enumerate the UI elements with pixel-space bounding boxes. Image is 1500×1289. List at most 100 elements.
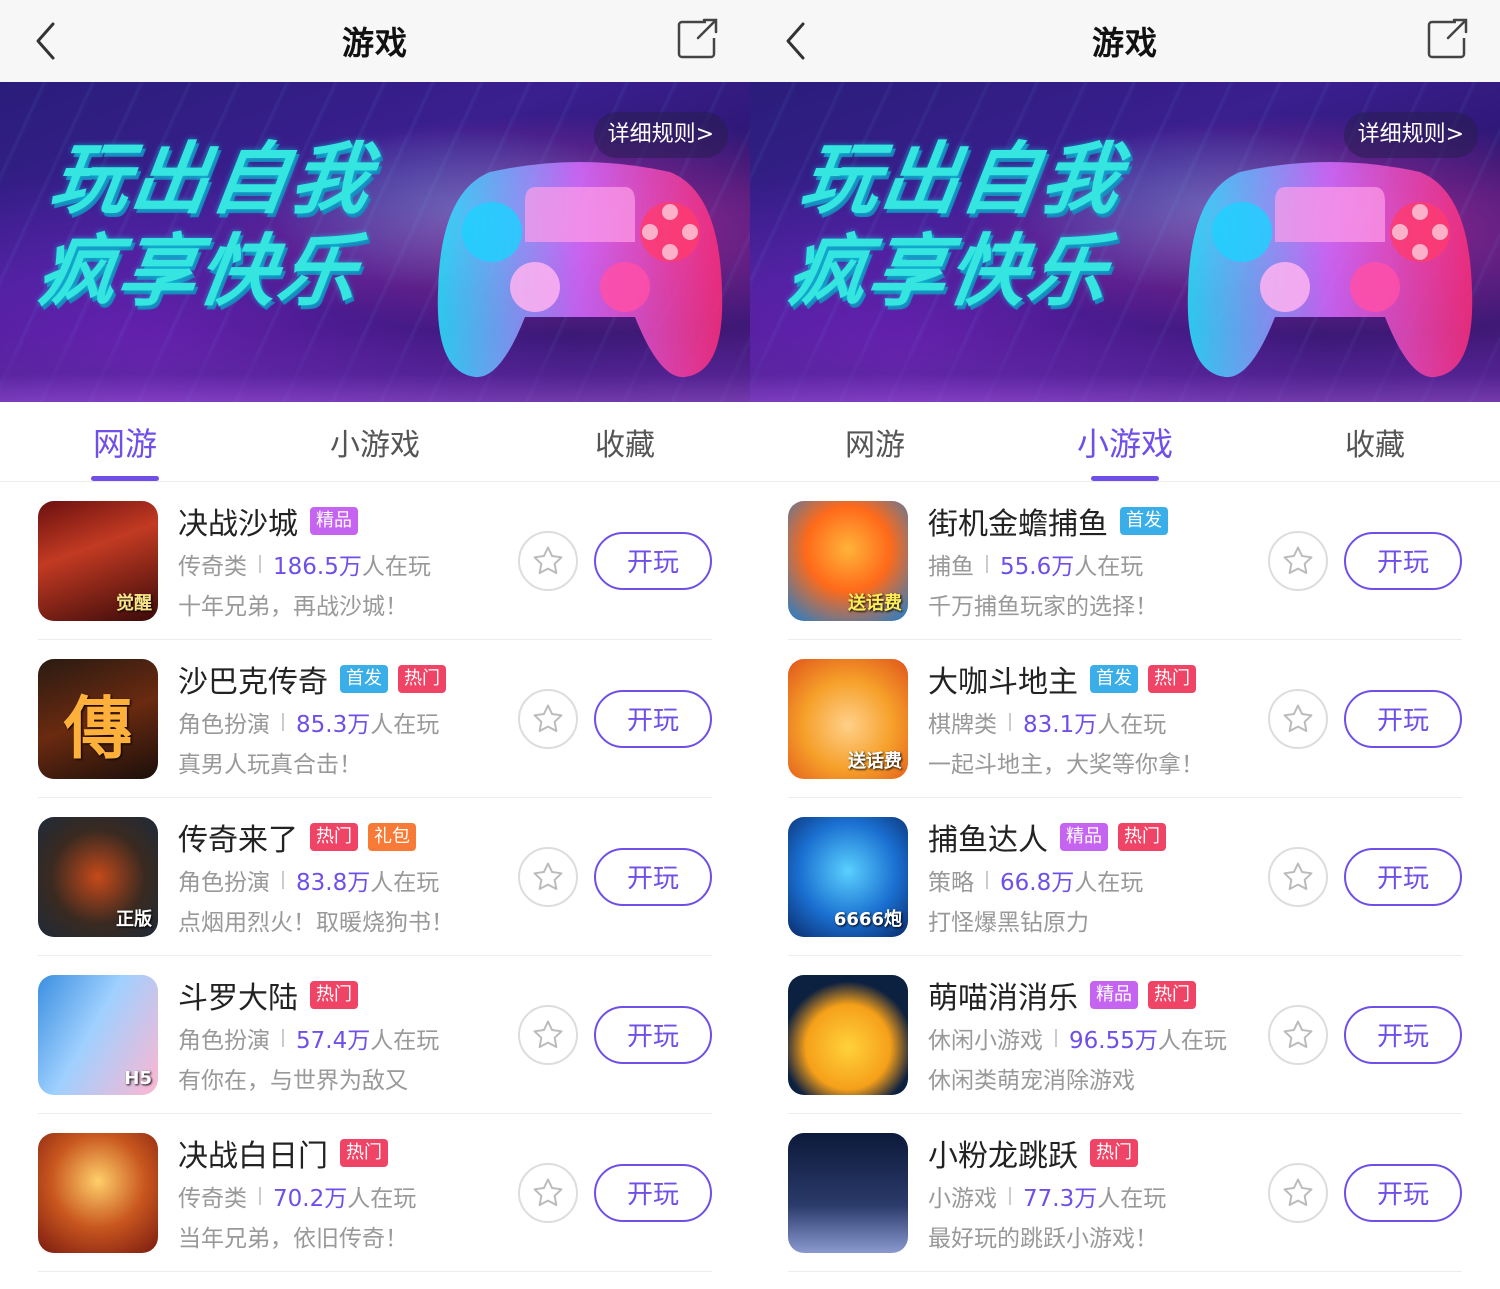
- favorite-star-icon[interactable]: [518, 688, 578, 749]
- favorite-star-icon[interactable]: [1268, 1162, 1328, 1223]
- game-icon-jinchan-buyu[interactable]: 送话费: [788, 500, 908, 621]
- tab-mini-games[interactable]: 小游戏: [1000, 402, 1250, 481]
- thumb-caption: 觉醒: [116, 592, 152, 614]
- favorite-star-icon[interactable]: [1268, 846, 1328, 907]
- favorite-star-icon[interactable]: [518, 1004, 578, 1065]
- game-icon-juezhan-shacheng[interactable]: 觉醒: [38, 500, 158, 621]
- thumb-caption: 送话费: [848, 750, 902, 772]
- back-chevron-icon[interactable]: [30, 18, 60, 64]
- game-description: 点烟用烈火！取暖烧狗书！: [178, 909, 454, 936]
- promo-banner[interactable]: 玩出自我 疯享快乐 详细规则>: [0, 82, 750, 402]
- game-info: 决战沙城 精品 传奇类 186.5万 人在玩 十年兄弟，再战沙城！: [178, 501, 518, 621]
- game-icon-douluo[interactable]: H5: [38, 974, 158, 1095]
- game-icon-xiaofenlong[interactable]: [788, 1132, 908, 1253]
- game-meta: 传奇类 186.5万 人在玩: [178, 547, 518, 581]
- game-list-item[interactable]: 觉醒 决战沙城 精品 传奇类 186.5万 人在玩 十年兄弟，再战沙城！ 开玩: [38, 482, 712, 640]
- play-button[interactable]: 开玩: [594, 1005, 712, 1064]
- screen-online-games: 游戏 玩出自我 疯享快乐 详细规则> 网游 小游戏 收藏 觉醒 决战沙城 精品 …: [0, 0, 750, 1289]
- promo-banner[interactable]: 玩出自我 疯享快乐 详细规则>: [750, 82, 1500, 402]
- tag-badge: 首发: [1120, 506, 1168, 535]
- play-button[interactable]: 开玩: [594, 847, 712, 906]
- player-count: 55.6万: [1000, 553, 1075, 580]
- meta-divider: [1009, 712, 1011, 731]
- game-info: 传奇来了 热门 礼包 角色扮演 83.8万 人在玩 点烟用烈火！取暖烧狗书！: [178, 817, 518, 937]
- favorite-star-icon[interactable]: [518, 1162, 578, 1223]
- back-chevron-icon[interactable]: [780, 18, 810, 64]
- player-count-suffix: 人在玩: [370, 869, 440, 896]
- favorite-star-icon[interactable]: [518, 846, 578, 907]
- thumb-caption: 正版: [116, 908, 152, 930]
- player-count-suffix: 人在玩: [1074, 553, 1144, 580]
- game-meta: 捕鱼 55.6万 人在玩: [928, 547, 1268, 581]
- tag-badge: 精品: [310, 506, 358, 535]
- game-info: 沙巴克传奇 首发 热门 角色扮演 85.3万 人在玩 真男人玩真合击！: [178, 659, 518, 779]
- game-name: 沙巴克传奇: [178, 664, 328, 700]
- game-icon-chuanqi-laile[interactable]: 正版: [38, 816, 158, 937]
- favorite-star-icon[interactable]: [1268, 1004, 1328, 1065]
- game-name: 斗罗大陆: [178, 980, 298, 1016]
- game-list-item[interactable]: 决战白日门 热门 传奇类 70.2万 人在玩 当年兄弟，依旧传奇！ 开玩: [38, 1114, 712, 1272]
- tab-online-games[interactable]: 网游: [0, 402, 250, 481]
- game-icon-bairimen[interactable]: [38, 1132, 158, 1253]
- play-button[interactable]: 开玩: [1344, 689, 1462, 748]
- game-list-item[interactable]: H5 斗罗大陆 热门 角色扮演 57.4万 人在玩 有你在，与世界为敌又 开玩: [38, 956, 712, 1114]
- game-meta: 棋牌类 83.1万 人在玩: [928, 705, 1268, 739]
- game-list: 觉醒 决战沙城 精品 传奇类 186.5万 人在玩 十年兄弟，再战沙城！ 开玩 …: [0, 482, 750, 1272]
- favorite-star-icon[interactable]: [518, 530, 578, 591]
- game-description: 十年兄弟，再战沙城！: [178, 593, 408, 620]
- play-button[interactable]: 开玩: [1344, 531, 1462, 590]
- play-button[interactable]: 开玩: [1344, 1163, 1462, 1222]
- nav-header: 游戏: [0, 0, 750, 82]
- game-category: 传奇类: [178, 553, 247, 580]
- tag-badge: 精品: [1060, 822, 1108, 851]
- game-list-item[interactable]: 傳 沙巴克传奇 首发 热门 角色扮演 85.3万 人在玩 真男人玩真合击！ 开玩: [38, 640, 712, 798]
- tag-badge: 热门: [1090, 1138, 1138, 1167]
- meta-divider: [282, 1028, 284, 1047]
- meta-divider: [282, 870, 284, 889]
- tag-badge: 热门: [1148, 980, 1196, 1009]
- game-icon-mengmiao[interactable]: [788, 974, 908, 1095]
- game-meta: 角色扮演 57.4万 人在玩: [178, 1021, 518, 1055]
- game-icon-daka-doudizhu[interactable]: 送话费: [788, 658, 908, 779]
- game-list-item[interactable]: 送话费 街机金蟾捕鱼 首发 捕鱼 55.6万 人在玩 千万捕鱼玩家的选择！ 开玩: [788, 482, 1462, 640]
- play-button[interactable]: 开玩: [594, 689, 712, 748]
- rules-link[interactable]: 详细规则>: [593, 112, 728, 158]
- tag-badge: 精品: [1090, 980, 1138, 1009]
- game-list-item[interactable]: 小粉龙跳跃 热门 小游戏 77.3万 人在玩 最好玩的跳跃小游戏！ 开玩: [788, 1114, 1462, 1272]
- screen-mini-games: 游戏 玩出自我 疯享快乐 详细规则> 网游 小游戏 收藏 送话费 街机金蟾捕鱼 …: [750, 0, 1500, 1289]
- play-button[interactable]: 开玩: [594, 1163, 712, 1222]
- play-button[interactable]: 开玩: [1344, 1005, 1462, 1064]
- game-category: 策略: [928, 869, 974, 896]
- rules-link[interactable]: 详细规则>: [1343, 112, 1478, 158]
- favorite-star-icon[interactable]: [1268, 530, 1328, 591]
- game-list-item[interactable]: 6666炮 捕鱼达人 精品 热门 策略 66.8万 人在玩 打怪爆黑钻原力 开玩: [788, 798, 1462, 956]
- game-icon-buyu-daren[interactable]: 6666炮: [788, 816, 908, 937]
- game-name: 决战沙城: [178, 506, 298, 542]
- game-name-line: 决战沙城 精品: [178, 501, 518, 542]
- tag-badge: 礼包: [368, 822, 416, 851]
- game-info: 斗罗大陆 热门 角色扮演 57.4万 人在玩 有你在，与世界为敌又: [178, 975, 518, 1095]
- tab-online-games[interactable]: 网游: [750, 402, 1000, 481]
- thumb-caption: 6666炮: [833, 908, 902, 930]
- tab-mini-games[interactable]: 小游戏: [250, 402, 500, 481]
- play-button[interactable]: 开玩: [1344, 847, 1462, 906]
- game-list-item[interactable]: 送话费 大咖斗地主 首发 热门 棋牌类 83.1万 人在玩 一起斗地主，大奖等你拿…: [788, 640, 1462, 798]
- game-icon-shabake[interactable]: 傳: [38, 658, 158, 779]
- player-count-suffix: 人在玩: [1097, 1185, 1167, 1212]
- game-list: 送话费 街机金蟾捕鱼 首发 捕鱼 55.6万 人在玩 千万捕鱼玩家的选择！ 开玩: [750, 482, 1500, 1272]
- game-name: 萌喵消消乐: [928, 980, 1078, 1016]
- favorite-star-icon[interactable]: [1268, 688, 1328, 749]
- tab-favorites[interactable]: 收藏: [500, 402, 750, 481]
- play-button[interactable]: 开玩: [594, 531, 712, 590]
- game-list-item[interactable]: 正版 传奇来了 热门 礼包 角色扮演 83.8万 人在玩 点烟用烈火！取暖烧狗书！…: [38, 798, 712, 956]
- tab-favorites[interactable]: 收藏: [1250, 402, 1500, 481]
- game-info: 小粉龙跳跃 热门 小游戏 77.3万 人在玩 最好玩的跳跃小游戏！: [928, 1133, 1268, 1253]
- game-list-item[interactable]: 萌喵消消乐 精品 热门 休闲小游戏 96.55万 人在玩 休闲类萌宠消除游戏 开玩: [788, 956, 1462, 1114]
- game-category: 捕鱼: [928, 553, 974, 580]
- meta-divider: [986, 870, 988, 889]
- banner-slogan-line2: 疯享快乐: [32, 227, 365, 317]
- share-icon[interactable]: [676, 16, 720, 60]
- share-icon[interactable]: [1426, 16, 1470, 60]
- game-description: 休闲类萌宠消除游戏: [928, 1067, 1135, 1094]
- gamepad-icon: [1187, 162, 1473, 378]
